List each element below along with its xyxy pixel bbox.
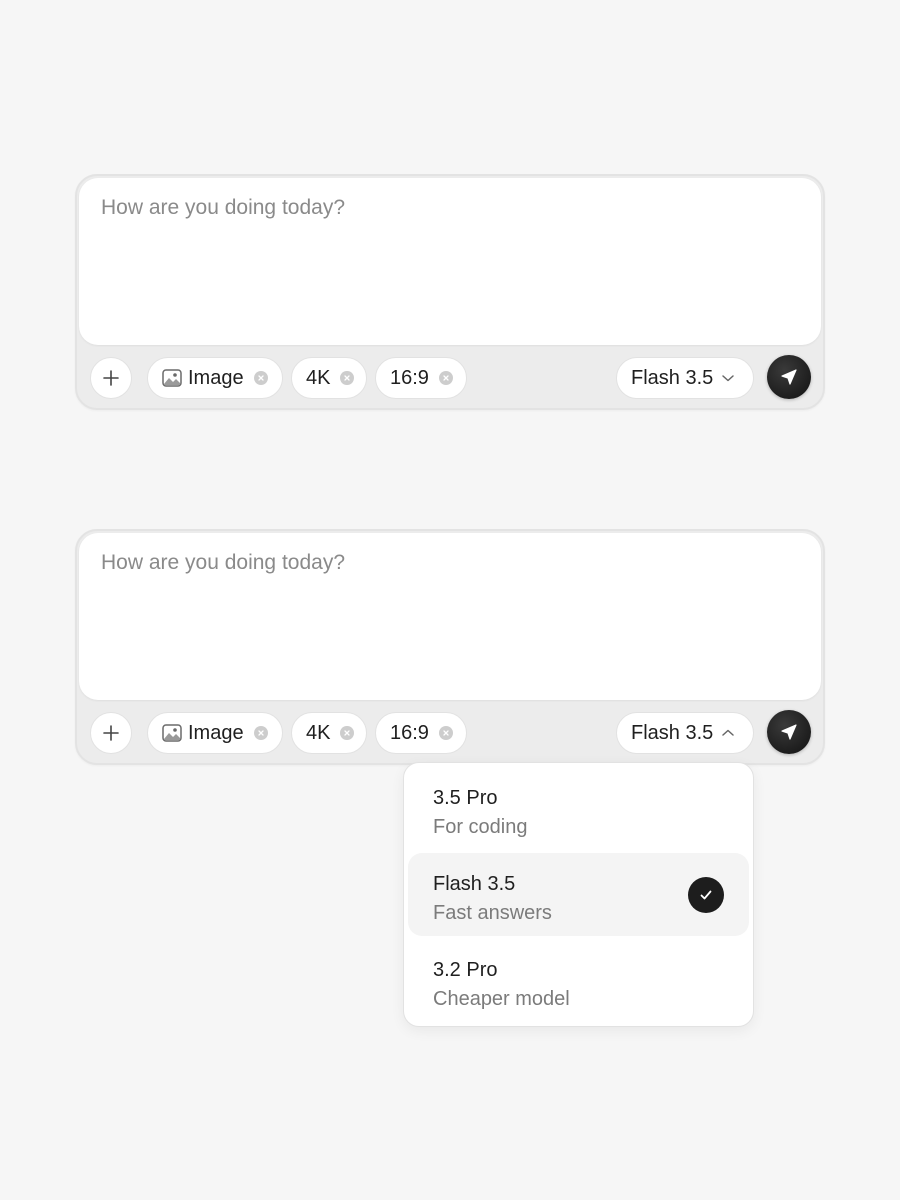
option-description: Cheaper model (433, 988, 570, 1010)
chip-aspect-ratio[interactable]: 16:9 (375, 357, 467, 399)
model-option-3-2-pro[interactable]: 3.2 Pro Cheaper model (408, 939, 749, 1022)
chip-aspect-ratio[interactable]: 16:9 (375, 712, 467, 754)
send-icon (781, 724, 797, 740)
model-select-value: Flash 3.5 (631, 366, 714, 389)
chevron-down-icon (721, 373, 735, 383)
send-button[interactable] (767, 710, 811, 754)
chip-label: 16:9 (390, 367, 429, 389)
model-dropdown: 3.5 Pro For coding Flash 3.5 Fast answer… (403, 762, 754, 1027)
composer-closed: Image 4K 16:9 Flash 3.5 (75, 174, 825, 410)
plus-icon (103, 725, 119, 741)
send-button[interactable] (767, 355, 811, 399)
chip-image[interactable]: Image (147, 357, 283, 399)
image-icon (162, 724, 182, 742)
send-icon (781, 369, 797, 385)
chip-image[interactable]: Image (147, 712, 283, 754)
close-icon[interactable] (340, 371, 354, 385)
chip-label: 4K (306, 722, 331, 744)
model-option-3-5-pro[interactable]: 3.5 Pro For coding (408, 767, 749, 850)
close-icon[interactable] (438, 726, 453, 740)
close-icon[interactable] (253, 726, 268, 740)
prompt-input[interactable] (79, 178, 821, 345)
chip-label: 16:9 (390, 722, 429, 744)
composer-open: Image 4K 16:9 Flash 3.5 (75, 529, 825, 765)
option-name: 3.5 Pro (433, 787, 498, 809)
model-select-value: Flash 3.5 (631, 721, 714, 744)
prompt-input-area (79, 533, 821, 700)
add-attachment-button[interactable] (90, 712, 132, 754)
chip-label: Image (188, 367, 244, 389)
composer-toolbar: Image 4K 16:9 Flash 3.5 (77, 702, 823, 765)
close-icon[interactable] (438, 371, 453, 385)
chip-4k[interactable]: 4K (291, 357, 367, 399)
option-name: 3.2 Pro (433, 959, 498, 981)
plus-icon (103, 370, 119, 386)
check-icon (688, 877, 724, 913)
model-select[interactable]: Flash 3.5 (616, 712, 754, 754)
chip-label: 4K (306, 367, 331, 389)
chip-4k[interactable]: 4K (291, 712, 367, 754)
image-icon (162, 369, 182, 387)
prompt-input-area (79, 178, 821, 345)
model-select[interactable]: Flash 3.5 (616, 357, 754, 399)
close-icon[interactable] (253, 371, 268, 385)
model-option-flash-3-5[interactable]: Flash 3.5 Fast answers (408, 853, 749, 936)
composer-toolbar: Image 4K 16:9 Flash 3.5 (77, 347, 823, 410)
chip-label: Image (188, 722, 244, 744)
close-icon[interactable] (340, 726, 354, 740)
chevron-up-icon (721, 728, 735, 738)
add-attachment-button[interactable] (90, 357, 132, 399)
prompt-input[interactable] (79, 533, 821, 700)
option-description: For coding (433, 816, 528, 838)
